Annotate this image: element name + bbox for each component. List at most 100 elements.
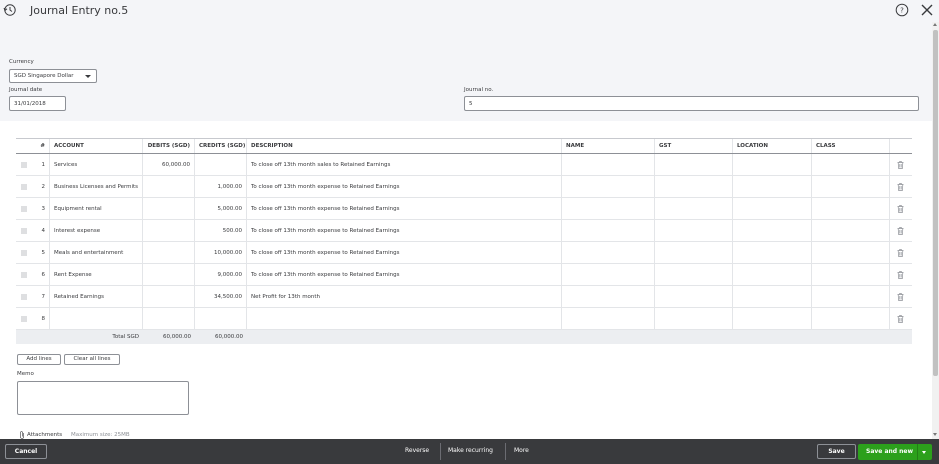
name-cell[interactable]	[562, 154, 655, 175]
gst-cell[interactable]	[655, 154, 733, 175]
drag-handle[interactable]	[16, 308, 33, 329]
location-cell[interactable]	[733, 154, 812, 175]
drag-handle[interactable]	[16, 242, 33, 263]
drag-handle[interactable]	[16, 176, 33, 197]
scroll-down-arrow-icon[interactable]	[933, 433, 937, 436]
description-cell[interactable]: To close off 13th month expense to Retai…	[247, 176, 562, 197]
account-cell[interactable]: Equipment rental	[50, 198, 143, 219]
account-cell[interactable]: Meals and entertainment	[50, 242, 143, 263]
table-row[interactable]: 4 Interest expense 500.00 To close off 1…	[16, 220, 912, 242]
account-cell[interactable]: Retained Earnings	[50, 286, 143, 307]
clear-all-lines-button[interactable]: Clear all lines	[64, 354, 120, 365]
scroll-up-arrow-icon[interactable]	[933, 23, 937, 26]
credit-cell[interactable]	[195, 154, 247, 175]
history-icon[interactable]	[3, 3, 17, 17]
memo-textarea[interactable]	[17, 381, 189, 415]
debit-cell[interactable]: 60,000.00	[143, 154, 195, 175]
debit-cell[interactable]	[143, 286, 195, 307]
debit-cell[interactable]	[143, 264, 195, 285]
attachments-label[interactable]: Attachments	[27, 432, 62, 438]
account-cell[interactable]: Services	[50, 154, 143, 175]
description-cell[interactable]	[247, 308, 562, 329]
cancel-button[interactable]: Cancel	[5, 444, 47, 459]
table-row[interactable]: 6 Rent Expense 9,000.00 To close off 13t…	[16, 264, 912, 286]
account-cell[interactable]: Interest expense	[50, 220, 143, 241]
location-cell[interactable]	[733, 286, 812, 307]
make-recurring-button[interactable]: Make recurring	[448, 447, 493, 454]
gst-cell[interactable]	[655, 308, 733, 329]
description-cell[interactable]: To close off 13th month expense to Retai…	[247, 264, 562, 285]
currency-select[interactable]: SGD Singapore Dollar	[9, 69, 97, 83]
description-cell[interactable]: To close off 13th month expense to Retai…	[247, 242, 562, 263]
account-cell[interactable]	[50, 308, 143, 329]
trash-icon[interactable]	[897, 183, 904, 191]
account-cell[interactable]: Rent Expense	[50, 264, 143, 285]
name-cell[interactable]	[562, 286, 655, 307]
help-icon[interactable]: ?	[895, 3, 909, 17]
credit-cell[interactable]: 9,000.00	[195, 264, 247, 285]
reverse-button[interactable]: Reverse	[405, 447, 429, 454]
save-button[interactable]: Save	[817, 444, 856, 459]
gst-cell[interactable]	[655, 264, 733, 285]
gst-cell[interactable]	[655, 198, 733, 219]
table-row[interactable]: 2 Business Licenses and Permits 1,000.00…	[16, 176, 912, 198]
location-cell[interactable]	[733, 220, 812, 241]
trash-icon[interactable]	[897, 227, 904, 235]
journal-no-input[interactable]: 5	[464, 96, 919, 111]
gst-cell[interactable]	[655, 242, 733, 263]
name-cell[interactable]	[562, 198, 655, 219]
add-lines-button[interactable]: Add lines	[17, 354, 61, 365]
credit-cell[interactable]: 1,000.00	[195, 176, 247, 197]
table-row[interactable]: 1 Services 60,000.00 To close off 13th m…	[16, 154, 912, 176]
scrollbar-thumb[interactable]	[933, 30, 938, 376]
name-cell[interactable]	[562, 242, 655, 263]
location-cell[interactable]	[733, 198, 812, 219]
name-cell[interactable]	[562, 220, 655, 241]
class-cell[interactable]	[812, 198, 890, 219]
gst-cell[interactable]	[655, 220, 733, 241]
credit-cell[interactable]	[195, 308, 247, 329]
name-cell[interactable]	[562, 308, 655, 329]
gst-cell[interactable]	[655, 176, 733, 197]
class-cell[interactable]	[812, 286, 890, 307]
debit-cell[interactable]	[143, 176, 195, 197]
trash-icon[interactable]	[897, 161, 904, 169]
class-cell[interactable]	[812, 176, 890, 197]
trash-icon[interactable]	[897, 315, 904, 323]
table-row[interactable]: 3 Equipment rental 5,000.00 To close off…	[16, 198, 912, 220]
drag-handle[interactable]	[16, 198, 33, 219]
trash-icon[interactable]	[897, 205, 904, 213]
debit-cell[interactable]	[143, 308, 195, 329]
table-row[interactable]: 8	[16, 308, 912, 330]
credit-cell[interactable]: 5,000.00	[195, 198, 247, 219]
close-icon[interactable]	[919, 2, 935, 18]
trash-icon[interactable]	[897, 249, 904, 257]
drag-handle[interactable]	[16, 286, 33, 307]
class-cell[interactable]	[812, 308, 890, 329]
class-cell[interactable]	[812, 220, 890, 241]
debit-cell[interactable]	[143, 242, 195, 263]
journal-date-input[interactable]: 31/01/2018	[9, 96, 66, 111]
location-cell[interactable]	[733, 264, 812, 285]
credit-cell[interactable]: 10,000.00	[195, 242, 247, 263]
description-cell[interactable]: To close off 13th month sales to Retaine…	[247, 154, 562, 175]
credit-cell[interactable]: 34,500.00	[195, 286, 247, 307]
drag-handle[interactable]	[16, 154, 33, 175]
gst-cell[interactable]	[655, 286, 733, 307]
class-cell[interactable]	[812, 154, 890, 175]
class-cell[interactable]	[812, 264, 890, 285]
debit-cell[interactable]	[143, 198, 195, 219]
class-cell[interactable]	[812, 242, 890, 263]
location-cell[interactable]	[733, 176, 812, 197]
drag-handle[interactable]	[16, 220, 33, 241]
table-row[interactable]: 7 Retained Earnings 34,500.00 Net Profit…	[16, 286, 912, 308]
more-button[interactable]: More	[514, 447, 529, 454]
debit-cell[interactable]	[143, 220, 195, 241]
description-cell[interactable]: Net Profit for 13th month	[247, 286, 562, 307]
location-cell[interactable]	[733, 242, 812, 263]
trash-icon[interactable]	[897, 271, 904, 279]
table-row[interactable]: 5 Meals and entertainment 10,000.00 To c…	[16, 242, 912, 264]
account-cell[interactable]: Business Licenses and Permits	[50, 176, 143, 197]
trash-icon[interactable]	[897, 293, 904, 301]
description-cell[interactable]: To close off 13th month expense to Retai…	[247, 220, 562, 241]
